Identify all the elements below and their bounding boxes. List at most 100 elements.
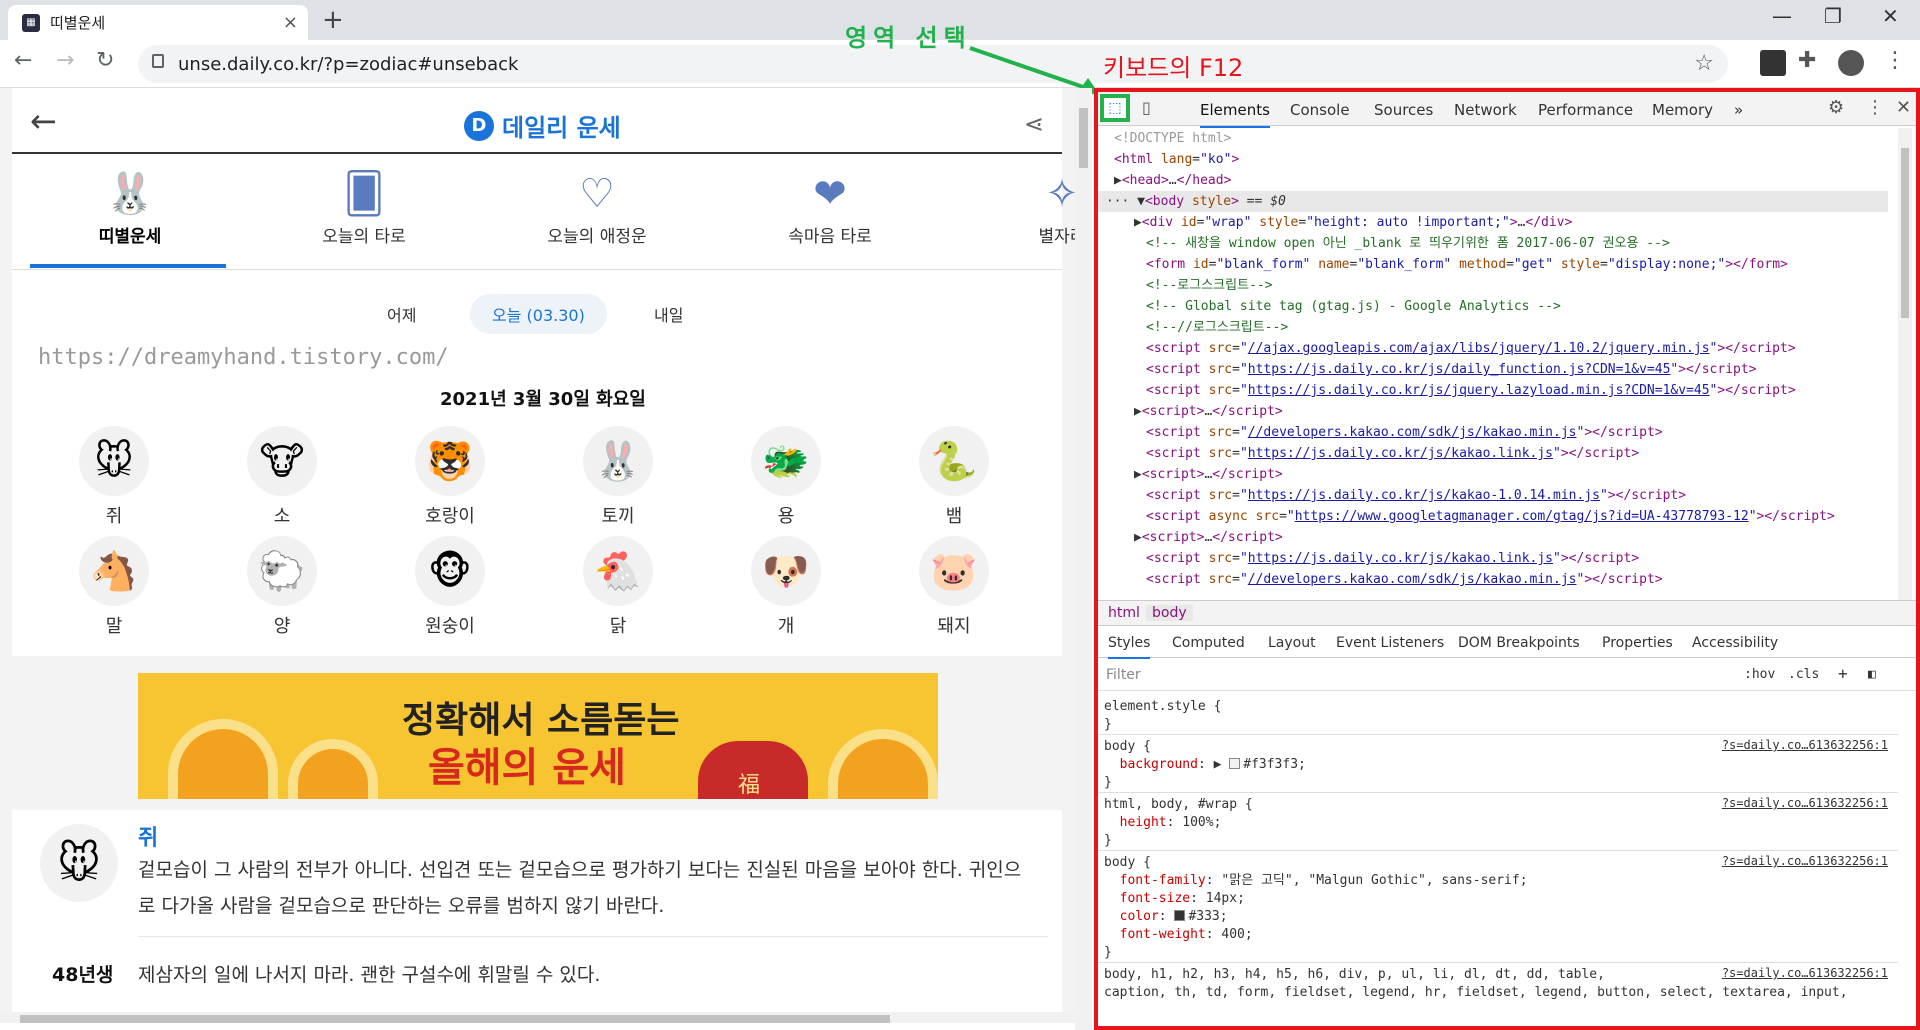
- profile-avatar-icon[interactable]: [1838, 50, 1864, 76]
- animal-snake[interactable]: 🐍 뱀: [914, 426, 994, 528]
- tab-console[interactable]: Console: [1290, 101, 1350, 119]
- devtools-menu-icon[interactable]: ⋮: [1866, 97, 1884, 118]
- tab-properties[interactable]: Properties: [1602, 635, 1673, 651]
- rule-html-body-wrap[interactable]: html, body, #wrap { height: 100%; }: [1104, 796, 1253, 850]
- rule-body-bg[interactable]: body { background: ▶ #f3f3f3; }: [1104, 738, 1306, 792]
- dom-line[interactable]: <form id="blank_form" name="blank_form" …: [1146, 254, 1788, 275]
- rule-source-link[interactable]: ?s=daily.co…613632256:1: [1722, 854, 1888, 868]
- back-arrow-icon[interactable]: ←: [14, 48, 32, 73]
- dom-line[interactable]: ▶<script>…</script>: [1134, 527, 1283, 548]
- tab-accessibility[interactable]: Accessibility: [1692, 635, 1778, 651]
- back-icon[interactable]: ←: [30, 102, 57, 140]
- tab-layout[interactable]: Layout: [1268, 635, 1316, 651]
- animal-monkey[interactable]: 🐵 원숭이: [410, 536, 490, 638]
- category-zodiac[interactable]: 🐰 띠별운세: [30, 166, 230, 247]
- animal-pig[interactable]: 🐷 돼지: [914, 536, 994, 638]
- dom-line[interactable]: <!-- Global site tag (gtag.js) - Google …: [1146, 296, 1561, 317]
- scroll-thumb[interactable]: [1901, 148, 1909, 318]
- browser-tab[interactable]: ▦ 띠별운세 ×: [8, 5, 308, 40]
- animal-rabbit[interactable]: 🐰 토끼: [578, 426, 658, 528]
- reload-icon[interactable]: ↻: [96, 48, 114, 73]
- site-logo[interactable]: D 데일리 운세: [464, 108, 621, 143]
- tab-event-listeners[interactable]: Event Listeners: [1336, 635, 1444, 651]
- animal-dragon[interactable]: 🐲 용: [746, 426, 826, 528]
- category-tarot[interactable]: 🂠 오늘의 타로: [264, 166, 464, 247]
- rule-body-font[interactable]: body { font-family: "맑은 고딕", "Malgun Got…: [1104, 854, 1528, 962]
- tab-close-icon[interactable]: ×: [283, 12, 298, 33]
- rule-source-link[interactable]: ?s=daily.co…613632256:1: [1722, 738, 1888, 752]
- category-constellation[interactable]: ✧ 별자리: [962, 166, 1075, 247]
- dom-line[interactable]: ▶<head>…</head>: [1114, 170, 1231, 191]
- minimize-button[interactable]: —: [1772, 4, 1792, 28]
- gear-icon[interactable]: ⚙: [1828, 97, 1844, 118]
- close-icon[interactable]: ✕: [1896, 97, 1911, 118]
- dom-line[interactable]: <!--로그스크립트-->: [1146, 275, 1273, 296]
- dom-line[interactable]: <script src="https://js.daily.co.kr/js/k…: [1146, 485, 1686, 506]
- rule-element-style[interactable]: element.style { }: [1104, 698, 1221, 734]
- forward-arrow-icon[interactable]: →: [56, 48, 74, 73]
- cls-toggle[interactable]: .cls: [1788, 667, 1819, 682]
- tab-computed[interactable]: Computed: [1172, 635, 1245, 651]
- scroll-thumb[interactable]: [20, 1015, 890, 1023]
- inspect-element-icon[interactable]: ⬚: [1100, 94, 1130, 122]
- tab-memory[interactable]: Memory: [1652, 101, 1713, 119]
- dom-line[interactable]: <script src="//developers.kakao.com/sdk/…: [1146, 569, 1663, 590]
- dom-line[interactable]: <!--//로그스크립트-->: [1146, 317, 1288, 338]
- page-horizontal-scrollbar[interactable]: [0, 1012, 1075, 1023]
- dom-line[interactable]: ▶<script>…</script>: [1134, 401, 1283, 422]
- dom-line[interactable]: ▶<div id="wrap" style="height: auto !imp…: [1134, 212, 1572, 233]
- add-rule-icon[interactable]: +: [1838, 664, 1848, 683]
- hov-toggle[interactable]: :hov: [1744, 667, 1775, 682]
- puzzle-icon[interactable]: ✚: [1798, 48, 1824, 74]
- tab-sources[interactable]: Sources: [1374, 101, 1433, 119]
- animal-sheep[interactable]: 🐑 양: [242, 536, 322, 638]
- more-tabs-icon[interactable]: »: [1734, 101, 1743, 119]
- dom-line[interactable]: <!DOCTYPE html>: [1114, 128, 1231, 149]
- dom-line[interactable]: <!-- 새창을 window open 아닌 _blank 로 띄우기위한 폼…: [1146, 233, 1670, 254]
- maximize-button[interactable]: ❐: [1824, 4, 1842, 28]
- share-icon[interactable]: ⋖: [1024, 110, 1044, 138]
- extension-icon[interactable]: [1760, 50, 1786, 76]
- day-today[interactable]: 오늘 (03.30): [470, 294, 607, 334]
- category-inner-tarot[interactable]: ❤ 속마음 타로: [730, 166, 930, 247]
- page-vertical-scrollbar[interactable]: [1075, 88, 1092, 1030]
- ad-banner[interactable]: 정확해서 소름돋는 올해의 운세 福: [138, 673, 938, 799]
- dom-line[interactable]: <script src="https://js.daily.co.kr/js/k…: [1146, 548, 1639, 569]
- breadcrumb-body[interactable]: body: [1146, 605, 1193, 621]
- day-tomorrow[interactable]: 내일: [654, 302, 683, 326]
- tab-dom-breakpoints[interactable]: DOM Breakpoints: [1458, 635, 1580, 651]
- dom-line[interactable]: <script src="https://js.daily.co.kr/js/d…: [1146, 359, 1757, 380]
- menu-dots-icon[interactable]: ⋮: [1884, 48, 1910, 74]
- dom-tree-scrollbar[interactable]: [1898, 128, 1912, 618]
- sidebar-toggle-icon[interactable]: ◧: [1868, 667, 1876, 682]
- breadcrumb-html[interactable]: html: [1108, 605, 1140, 621]
- animal-tiger[interactable]: 🐯 호랑이: [410, 426, 490, 528]
- dom-line[interactable]: <script async src="https://www.googletag…: [1146, 506, 1835, 527]
- tab-elements[interactable]: Elements: [1200, 101, 1270, 128]
- rule-source-link[interactable]: ?s=daily.co…613632256:1: [1722, 966, 1888, 980]
- dom-line[interactable]: <script src="//ajax.googleapis.com/ajax/…: [1146, 338, 1796, 359]
- dom-line[interactable]: <html lang="ko">: [1114, 149, 1239, 170]
- new-tab-button[interactable]: +: [322, 5, 344, 35]
- scroll-thumb[interactable]: [1079, 108, 1088, 168]
- filter-input[interactable]: Filter: [1106, 667, 1141, 683]
- category-love[interactable]: ♡ 오늘의 애정운: [497, 166, 697, 247]
- animal-rooster[interactable]: 🐔 닭: [578, 536, 658, 638]
- dom-line[interactable]: <script src="//developers.kakao.com/sdk/…: [1146, 422, 1663, 443]
- animal-ox[interactable]: 🐮 소: [242, 426, 322, 528]
- dom-line[interactable]: ▶<script>…</script>: [1134, 464, 1283, 485]
- tab-styles[interactable]: Styles: [1108, 635, 1151, 659]
- bookmark-star-icon[interactable]: ☆: [1694, 51, 1714, 76]
- dom-line[interactable]: <script src="https://js.daily.co.kr/js/k…: [1146, 443, 1639, 464]
- tab-performance[interactable]: Performance: [1538, 101, 1633, 119]
- day-yesterday[interactable]: 어제: [387, 302, 416, 326]
- animal-dog[interactable]: 🐶 개: [746, 536, 826, 638]
- rule-source-link[interactable]: ?s=daily.co…613632256:1: [1722, 796, 1888, 810]
- animal-rat[interactable]: 🐭 쥐: [74, 426, 154, 528]
- animal-horse[interactable]: 🐴 말: [74, 536, 154, 638]
- device-toolbar-icon[interactable]: ▯: [1142, 98, 1151, 117]
- tab-network[interactable]: Network: [1454, 101, 1517, 119]
- window-close-button[interactable]: ✕: [1882, 4, 1899, 28]
- dom-line[interactable]: <script src="https://js.daily.co.kr/js/j…: [1146, 380, 1796, 401]
- dom-line-selected[interactable]: ··· ▼<body style> == $0: [1098, 191, 1888, 212]
